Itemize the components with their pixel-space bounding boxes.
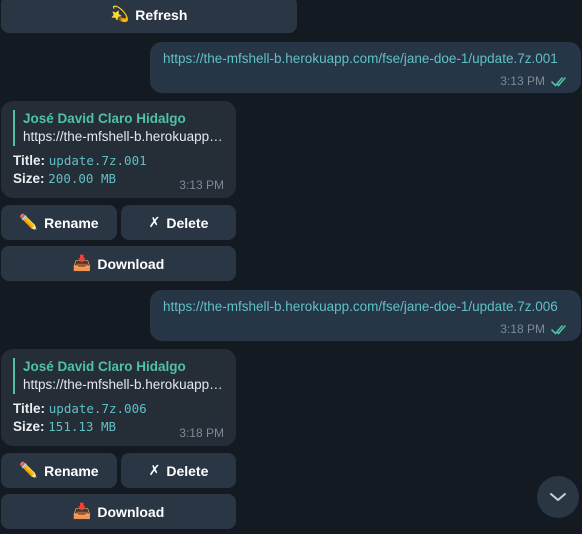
- outgoing-message[interactable]: https://the-mfshell-b.herokuapp.com/fse/…: [150, 42, 581, 93]
- pencil-icon: ✏️: [19, 462, 39, 479]
- rename-button[interactable]: ✏️ Rename: [1, 205, 117, 240]
- download-button-label: Download: [97, 503, 165, 520]
- download-button-label: Download: [97, 255, 165, 272]
- size-value: 200.00 MB: [48, 171, 117, 186]
- bot-file-card[interactable]: José David Claro Hidalgo https://the-mfs…: [1, 349, 236, 446]
- title-key: Title:: [13, 401, 46, 416]
- dizzy-icon: 💫: [110, 6, 130, 23]
- reply-author: José David Claro Hidalgo: [23, 359, 186, 374]
- inbox-tray-icon: 📥: [72, 503, 92, 520]
- reply-snippet: https://the-mfshell-b.herokuapp.com/fse/…: [23, 377, 224, 392]
- message-link[interactable]: https://the-mfshell-b.herokuapp.com/fse/…: [163, 50, 563, 68]
- chevron-down-icon: [550, 493, 566, 501]
- scroll-down-button[interactable]: [537, 476, 579, 518]
- delete-button-label: Delete: [166, 214, 209, 231]
- pencil-icon: ✏️: [19, 214, 39, 231]
- message-meta: 3:18 PM: [500, 322, 569, 336]
- size-value: 151.13 MB: [48, 419, 117, 434]
- message-time: 3:13 PM: [179, 178, 224, 192]
- refresh-button-label: Refresh: [135, 6, 188, 23]
- size-key: Size:: [13, 419, 45, 434]
- reply-author: José David Claro Hidalgo: [23, 111, 186, 126]
- delete-button[interactable]: ✗ Delete: [121, 205, 236, 240]
- outgoing-message[interactable]: https://the-mfshell-b.herokuapp.com/fse/…: [150, 290, 581, 341]
- reply-quote[interactable]: José David Claro Hidalgo https://the-mfs…: [13, 358, 224, 394]
- message-time: 3:13 PM: [500, 74, 545, 88]
- delete-button[interactable]: ✗ Delete: [121, 453, 236, 488]
- delete-button-label: Delete: [166, 462, 209, 479]
- bot-file-card[interactable]: José David Claro Hidalgo https://the-mfs…: [1, 101, 236, 198]
- rename-button-label: Rename: [44, 462, 99, 479]
- download-button[interactable]: 📥 Download: [1, 494, 236, 529]
- file-title-row: Title: update.7z.001: [13, 152, 224, 170]
- cross-icon: ✗: [148, 214, 161, 230]
- double-check-icon: [551, 324, 566, 335]
- size-key: Size:: [13, 171, 45, 186]
- message-link[interactable]: https://the-mfshell-b.herokuapp.com/fse/…: [163, 298, 563, 316]
- message-time: 3:18 PM: [179, 426, 224, 440]
- cross-icon: ✗: [148, 462, 161, 478]
- message-time: 3:18 PM: [500, 322, 545, 336]
- download-button[interactable]: 📥 Download: [1, 246, 236, 281]
- inbox-tray-icon: 📥: [72, 255, 92, 272]
- double-check-icon: [551, 76, 566, 87]
- rename-button-label: Rename: [44, 214, 99, 231]
- chat-view: 💫 Refresh https://the-mfshell-b.herokuap…: [0, 0, 582, 534]
- title-key: Title:: [13, 153, 46, 168]
- title-value: update.7z.006: [48, 401, 147, 416]
- title-value: update.7z.001: [48, 153, 147, 168]
- rename-button[interactable]: ✏️ Rename: [1, 453, 117, 488]
- reply-snippet: https://the-mfshell-b.herokuapp.com/fse/…: [23, 129, 224, 144]
- file-title-row: Title: update.7z.006: [13, 400, 224, 418]
- refresh-button[interactable]: 💫 Refresh: [1, 0, 297, 33]
- reply-quote[interactable]: José David Claro Hidalgo https://the-mfs…: [13, 110, 224, 146]
- message-meta: 3:13 PM: [500, 74, 569, 88]
